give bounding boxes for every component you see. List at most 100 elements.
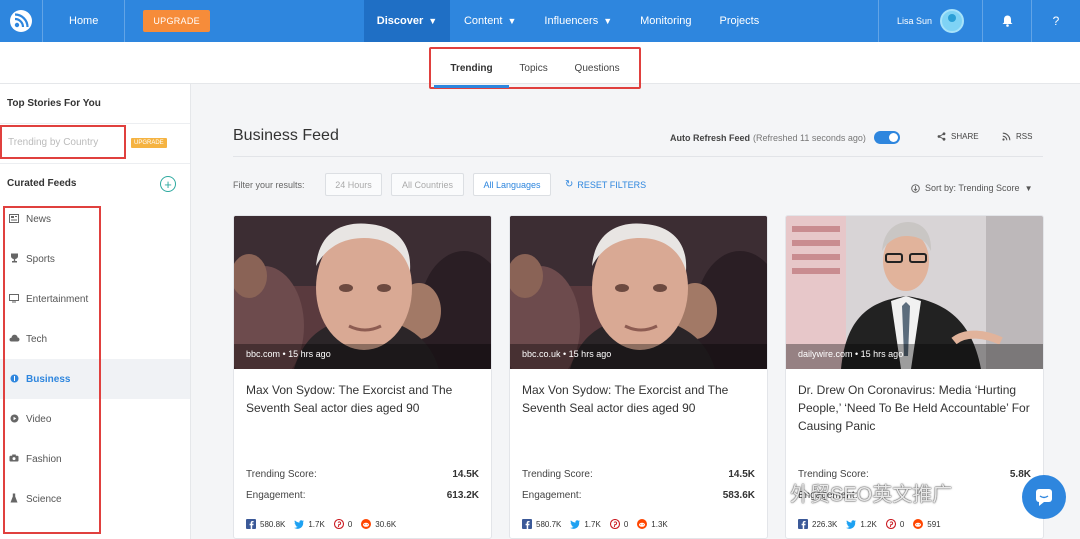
pinterest-count: 0 — [347, 519, 353, 529]
reddit-count: 30.6K — [375, 519, 397, 529]
facebook-icon — [246, 519, 256, 529]
article-title[interactable]: Max Von Sydow: The Exorcist and The Seve… — [522, 381, 758, 417]
twitter-icon — [294, 519, 305, 529]
chat-button[interactable] — [1022, 475, 1066, 519]
sidebar-divider — [0, 163, 190, 164]
social-stats: 226.3K 1.2K 0 591 — [798, 519, 950, 529]
sort-dropdown[interactable]: Sort by: Trending Score ▼ — [911, 183, 1032, 193]
upgrade-button[interactable]: UPGRADE — [143, 10, 210, 32]
upgrade-badge: UPGRADE — [131, 138, 167, 148]
twitter-count: 1.7K — [584, 519, 601, 529]
nav-content-label: Content — [463, 15, 503, 27]
auto-refresh-status: (Refreshed 11 seconds ago) — [753, 132, 866, 143]
nav-monitoring[interactable]: Monitoring — [626, 0, 705, 42]
trending-score-value: 5.8K — [1009, 469, 1031, 480]
help-button[interactable]: ? — [1032, 0, 1080, 42]
engagement-label: Engagement: — [522, 490, 582, 501]
nav-content[interactable]: Content ▼ — [450, 0, 530, 42]
reddit-icon — [637, 519, 648, 529]
article-thumbnail[interactable]: bbc.com • 15 hrs ago — [234, 216, 491, 369]
filter-country-button[interactable]: All Countries — [391, 173, 464, 196]
notifications-button[interactable] — [983, 0, 1031, 42]
app-logo-icon[interactable] — [0, 0, 42, 42]
nav-influencers-label: Influencers — [544, 15, 599, 27]
rss-button[interactable]: RSS — [1002, 132, 1032, 141]
twitter-count: 1.7K — [308, 519, 325, 529]
article-card[interactable]: bbc.co.uk • 15 hrs ago Max Von Sydow: Th… — [509, 215, 768, 539]
article-thumbnail[interactable]: dailywire.com • 15 hrs ago — [786, 216, 1043, 369]
twitter-icon — [570, 519, 581, 529]
auto-refresh-toggle[interactable] — [873, 131, 900, 144]
header-divider — [233, 156, 1043, 157]
chat-bubble-icon — [1036, 489, 1052, 506]
auto-refresh-label: Auto Refresh Feed — [670, 132, 751, 143]
article-title[interactable]: Dr. Drew On Coronavirus: Media ‘Hurting … — [798, 381, 1034, 435]
tab-topics[interactable]: Topics — [513, 53, 553, 84]
article-source: bbc.com • 15 hrs ago — [246, 349, 331, 359]
top-navigation-bar: Home UPGRADE Discover ▼ Content ▼ Influe… — [0, 0, 1080, 42]
pinterest-icon — [333, 519, 344, 529]
nav-divider — [124, 0, 126, 42]
reddit-icon — [361, 519, 372, 529]
filter-time-button[interactable]: 24 Hours — [325, 173, 382, 196]
nav-home[interactable]: Home — [43, 0, 124, 42]
filter-language-button[interactable]: All Languages — [473, 173, 551, 196]
trending-score-label: Trending Score: — [522, 469, 593, 480]
pinterest-icon — [609, 519, 620, 529]
sub-navigation: Trending Topics Questions — [0, 42, 1080, 89]
social-stats: 580.8K 1.7K 0 30.6K — [246, 519, 405, 529]
chevron-down-icon: ▼ — [507, 16, 517, 26]
facebook-icon — [522, 519, 532, 529]
rss-label: RSS — [1016, 132, 1033, 141]
trending-score-value: 14.5K — [728, 469, 755, 480]
rss-icon — [1002, 132, 1011, 141]
share-button[interactable]: SHARE — [937, 132, 979, 141]
social-stats: 580.7K 1.7K 0 1.3K — [522, 519, 677, 529]
article-source: dailywire.com • 15 hrs ago — [798, 349, 904, 359]
trending-by-country-item[interactable]: Trending by Country — [0, 125, 126, 159]
nav-influencers[interactable]: Influencers ▼ — [530, 0, 626, 42]
tab-questions[interactable]: Questions — [569, 53, 626, 84]
trending-score-value: 14.5K — [452, 469, 479, 480]
pinterest-icon — [885, 519, 896, 529]
add-feed-button[interactable]: + — [160, 176, 176, 192]
trending-score-label: Trending Score: — [246, 469, 317, 480]
article-card[interactable]: bbc.com • 15 hrs ago Max Von Sydow: The … — [233, 215, 492, 539]
article-title[interactable]: Max Von Sydow: The Exorcist and The Seve… — [246, 381, 482, 417]
user-name: Lisa Sun — [896, 16, 932, 26]
facebook-count: 580.7K — [536, 519, 562, 529]
sort-label: Sort by: Trending Score — [925, 183, 1020, 193]
engagement-value: 583.6K — [722, 490, 755, 501]
article-source: bbc.co.uk • 15 hrs ago — [522, 349, 612, 359]
pinterest-count: 0 — [623, 519, 629, 529]
nav-discover[interactable]: Discover ▼ — [363, 0, 450, 42]
page-title: Business Feed — [233, 127, 339, 144]
top-stories-heading[interactable]: Top Stories For You — [7, 98, 101, 109]
facebook-count: 226.3K — [812, 519, 838, 529]
reddit-icon — [913, 519, 924, 529]
chevron-down-icon: ▼ — [1024, 183, 1033, 193]
nav-discover-label: Discover — [376, 15, 424, 27]
facebook-icon — [798, 519, 808, 529]
user-menu[interactable]: Lisa Sun — [879, 9, 982, 33]
nav-projects[interactable]: Projects — [706, 0, 774, 42]
facebook-count: 580.8K — [260, 519, 286, 529]
share-label: SHARE — [951, 132, 979, 141]
article-thumbnail[interactable]: bbc.co.uk • 15 hrs ago — [510, 216, 767, 369]
bell-icon — [1002, 15, 1012, 27]
nav-right-group: Lisa Sun ? — [877, 0, 1080, 42]
pinterest-count: 0 — [899, 519, 905, 529]
engagement-value: 613.2K — [446, 490, 479, 501]
chevron-down-icon: ▼ — [603, 16, 613, 26]
curated-feeds-heading: Curated Feeds — [7, 178, 77, 189]
sort-icon — [911, 183, 920, 193]
tab-trending[interactable]: Trending — [434, 53, 509, 88]
discover-tabs: Trending Topics Questions — [429, 47, 641, 89]
auto-refresh-control: Auto Refresh Feed (Refreshed 11 seconds … — [670, 131, 900, 144]
sidebar-divider — [0, 123, 190, 124]
sidebar: Top Stories For You Trending by Country … — [0, 84, 191, 539]
avatar — [940, 9, 964, 33]
share-icon — [937, 132, 946, 141]
twitter-count: 1.2K — [860, 519, 877, 529]
reset-filters-button[interactable]: ↻ RESET FILTERS — [565, 179, 646, 190]
